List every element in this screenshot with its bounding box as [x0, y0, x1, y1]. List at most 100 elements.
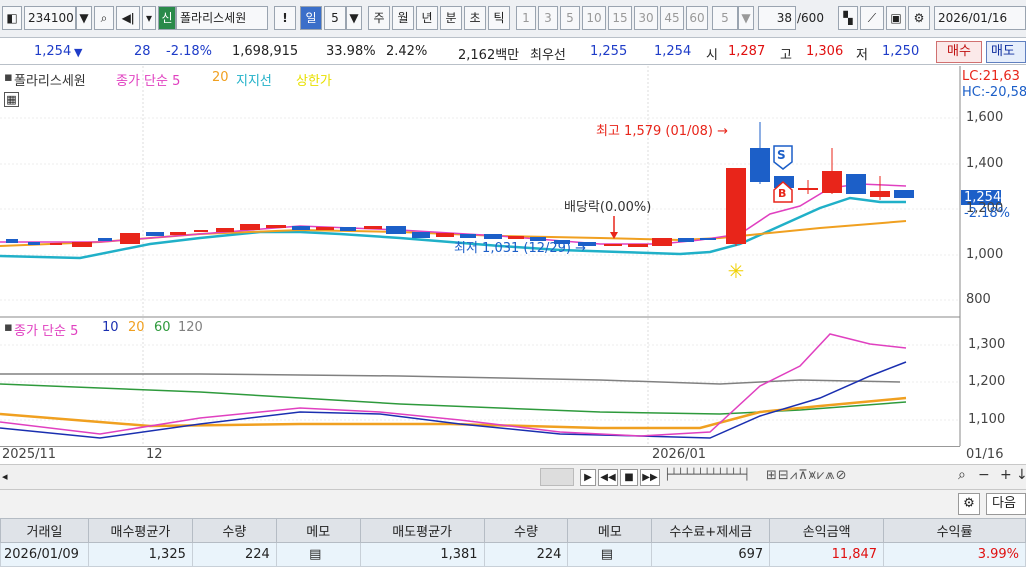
speaker-dropdown-icon[interactable]: ▾	[142, 6, 156, 30]
chart-type-icon[interactable]: ▚	[838, 6, 858, 30]
legend-support: 지지선	[236, 74, 272, 89]
period-tick-button[interactable]: 틱	[488, 6, 510, 30]
period-minute-button[interactable]: 분	[440, 6, 462, 30]
col-header: 메모	[567, 518, 653, 543]
candle	[678, 238, 694, 242]
minute-opt-15[interactable]: 15	[608, 6, 632, 30]
candle	[28, 242, 40, 245]
candle	[98, 238, 112, 241]
period-num[interactable]: 5	[324, 6, 346, 30]
candle	[846, 174, 866, 194]
scroll-left-icon[interactable]: ◂	[2, 470, 8, 483]
sell-button[interactable]: 매도	[986, 41, 1026, 63]
trade-table: 거래일 매수평균가 수량 메모 매도평균가 수량 메모 수수료+제세금 손익금액…	[0, 518, 1026, 567]
minute-opt-60[interactable]: 60	[686, 6, 708, 30]
menu-icon[interactable]: ◧	[2, 6, 22, 30]
speaker-icon[interactable]: ◀ǀ	[116, 6, 140, 30]
candle	[292, 226, 310, 230]
play-icon[interactable]: ▶	[580, 469, 596, 486]
low-label: 저	[856, 48, 868, 63]
save-icon[interactable]: ▣	[886, 6, 906, 30]
lc-label: LC:21,63	[962, 69, 1020, 84]
memo-icon[interactable]: ▤	[567, 542, 653, 567]
minute-opt-30[interactable]: 30	[634, 6, 658, 30]
hc-label: HC:-20,58	[962, 85, 1026, 100]
interval-input[interactable]: 5	[712, 6, 738, 30]
panel-gear-icon[interactable]: ⚙	[958, 493, 980, 515]
grid-icon[interactable]: ▦	[4, 92, 19, 107]
plus-icon[interactable]: +	[1000, 467, 1012, 483]
candle	[240, 224, 260, 230]
minute-opt-10[interactable]: 10	[582, 6, 606, 30]
x-label: 12	[146, 447, 163, 462]
buy-marker-label: B	[778, 187, 787, 200]
drawing-tools-icon[interactable]: ⊞⊟⩘⊼⩙⩗⩕⊘	[766, 468, 847, 483]
col-header: 손익금액	[769, 518, 885, 543]
candle	[750, 148, 770, 182]
count-input[interactable]: 38	[758, 6, 796, 30]
cell-fee: 697	[651, 542, 771, 567]
minute-opt-45[interactable]: 45	[660, 6, 684, 30]
cell-sell-avg: 1,381	[359, 542, 485, 567]
col-header: 수량	[191, 518, 277, 543]
tool-icon[interactable]: ⟋	[860, 6, 884, 30]
minute-opt-1[interactable]: 1	[516, 6, 536, 30]
date-input[interactable]: 2026/01/16	[934, 6, 1026, 30]
open-label: 시	[706, 48, 718, 63]
legend2-ma120: 120	[178, 320, 203, 335]
support-line	[0, 196, 906, 260]
rewind-icon[interactable]: ◀◀	[598, 469, 618, 486]
ma5b-line	[0, 333, 907, 437]
col-header: 수수료+제세금	[651, 518, 771, 543]
price-tick: 1,000	[966, 247, 1004, 262]
cell-date: 2026/01/09	[0, 542, 89, 567]
candle	[316, 227, 334, 230]
table-row[interactable]: 2026/01/09 1,325 224 ▤ 1,381 224 ▤ 697 1…	[0, 542, 1026, 567]
legend2-ma: 종가 단순 5	[14, 324, 79, 339]
current-pct-label: -2.18%	[964, 206, 1010, 221]
col-header: 수량	[483, 518, 569, 543]
candle	[72, 242, 92, 247]
code-dropdown-icon[interactable]: ▼	[76, 6, 92, 30]
period-dropdown-icon[interactable]: ▼	[346, 6, 362, 30]
trade-panel-header: ⚙ 다음	[0, 490, 1026, 518]
candle	[50, 243, 62, 245]
price-tick: 1,600	[966, 110, 1004, 125]
stock-name[interactable]: 폴라리스세원	[176, 6, 268, 30]
chart-area[interactable]: ✳ ▪ 폴라리스세원 종가 단순 5 20 지지선 상한가 ▦ 최고 1,579…	[0, 66, 1026, 462]
chart-scrollbar[interactable]: ◂ ▶ ◀◀ ■ ▶▶ ├┴┴┴┴┴┴┴┴┴┴┴┤ ⊞⊟⩘⊼⩙⩗⩕⊘ ⌕ − +…	[0, 464, 1026, 490]
minus-icon[interactable]: −	[978, 467, 990, 483]
trade-amount: 2,162백만	[458, 48, 520, 63]
search-icon[interactable]: ⌕	[94, 6, 114, 30]
legend2-ma20: 20	[128, 320, 145, 335]
period-second-button[interactable]: 초	[464, 6, 486, 30]
minute-opt-3[interactable]: 3	[538, 6, 558, 30]
alert-icon[interactable]: !	[274, 6, 296, 30]
toolbar: ◧ 234100 ▼ ⌕ ◀ǀ ▾ 신 폴라리스세원 ! 일 5 ▼ 주 월 년…	[0, 0, 1026, 38]
price-chart-svg[interactable]: ✳	[0, 66, 1026, 446]
zoom-icon[interactable]: ⌕	[958, 467, 966, 483]
period-week-button[interactable]: 주	[368, 6, 390, 30]
stop-icon[interactable]: ■	[620, 469, 638, 486]
stock-code-input[interactable]: 234100	[24, 6, 76, 30]
interval-dropdown-icon[interactable]: ▼	[738, 6, 754, 30]
open-price: 1,287	[728, 44, 766, 59]
minute-opt-5[interactable]: 5	[560, 6, 580, 30]
low-price: 1,250	[882, 44, 920, 59]
forward-icon[interactable]: ▶▶	[640, 469, 660, 486]
more-icon[interactable]: ↓	[1016, 467, 1026, 483]
zoom-slider[interactable]: ├┴┴┴┴┴┴┴┴┴┴┴┤	[664, 468, 760, 486]
period-day-button[interactable]: 일	[300, 6, 322, 30]
period-year-button[interactable]: 년	[416, 6, 438, 30]
candle	[436, 233, 454, 237]
buy-button[interactable]: 매수	[936, 41, 982, 63]
next-button[interactable]: 다음	[986, 493, 1026, 515]
gear-icon[interactable]: ⚙	[908, 6, 930, 30]
high-price: 1,306	[806, 44, 844, 59]
star-icon: ✳	[728, 259, 745, 283]
memo-icon[interactable]: ▤	[275, 542, 361, 567]
period-month-button[interactable]: 월	[392, 6, 414, 30]
col-header: 매수평균가	[87, 518, 193, 543]
scroll-thumb[interactable]	[540, 468, 574, 486]
legend2-ma10: 10	[102, 320, 119, 335]
